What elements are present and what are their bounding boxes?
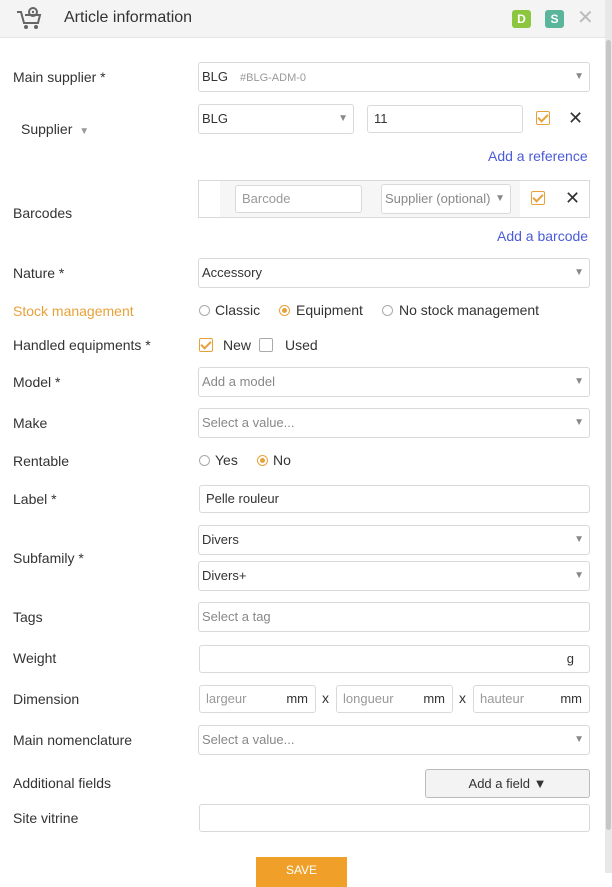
rentable-label: Rentable bbox=[13, 453, 70, 469]
weight-label: Weight bbox=[13, 650, 57, 666]
add-reference-link[interactable]: Add a reference bbox=[488, 148, 588, 164]
chevron-down-icon: ▼ bbox=[574, 417, 584, 428]
make-label: Make bbox=[13, 415, 48, 431]
subfamily-value-2: Divers+ bbox=[202, 568, 247, 583]
checkbox-used-label[interactable]: Used bbox=[285, 337, 318, 353]
width-placeholder: largeur bbox=[206, 691, 247, 706]
tags-placeholder: Select a tag bbox=[202, 609, 271, 624]
supplier-reference-input[interactable]: 11 bbox=[367, 105, 523, 133]
handled-equipments-label: Handled equipments * bbox=[13, 337, 151, 353]
radio-rentable-yes-label[interactable]: Yes bbox=[215, 452, 238, 468]
length-input[interactable]: longueur mm bbox=[336, 685, 453, 713]
nature-value: Accessory bbox=[202, 265, 262, 280]
subfamily-select-2[interactable]: Divers+ ▼ bbox=[198, 561, 590, 591]
scrollbar[interactable] bbox=[605, 0, 612, 873]
add-barcode-link[interactable]: Add a barcode bbox=[497, 228, 588, 244]
model-select[interactable]: Add a model ▼ bbox=[198, 367, 590, 397]
nature-label: Nature * bbox=[13, 265, 65, 281]
height-unit: mm bbox=[560, 691, 582, 706]
radio-classic[interactable] bbox=[199, 305, 210, 316]
nature-select[interactable]: Accessory ▼ bbox=[198, 258, 590, 288]
dimension-separator-1: x bbox=[322, 690, 329, 706]
dimension-label: Dimension bbox=[13, 691, 80, 707]
barcode-supplier-select[interactable]: Supplier (optional) ▼ bbox=[381, 184, 511, 214]
radio-no-stock[interactable] bbox=[382, 305, 393, 316]
radio-no-stock-label[interactable]: No stock management bbox=[399, 302, 539, 318]
width-input[interactable]: largeur mm bbox=[199, 685, 316, 713]
main-nomenclature-select[interactable]: Select a value... ▼ bbox=[198, 725, 590, 755]
main-nomenclature-label: Main nomenclature bbox=[13, 732, 133, 748]
checkbox-new[interactable] bbox=[199, 338, 213, 352]
chevron-down-icon: ▼ bbox=[574, 734, 584, 745]
chevron-down-icon: ▼ bbox=[338, 113, 348, 124]
badge-d[interactable]: D bbox=[512, 10, 531, 28]
supplier-label-text: Supplier bbox=[21, 121, 73, 137]
chevron-down-icon: ▼ bbox=[574, 376, 584, 387]
stock-management-label: Stock management bbox=[13, 303, 134, 319]
height-placeholder: hauteur bbox=[480, 691, 525, 706]
chevron-down-icon: ▼ bbox=[79, 126, 90, 137]
chevron-down-icon: ▼ bbox=[495, 193, 505, 204]
remove-supplier-icon[interactable]: ✕ bbox=[568, 109, 583, 127]
chevron-down-icon: ▼ bbox=[574, 267, 584, 278]
barcodes-label: Barcodes bbox=[13, 205, 73, 221]
panel-header: Article information D S ✕ bbox=[0, 0, 605, 38]
height-input[interactable]: hauteur mm bbox=[473, 685, 590, 713]
close-icon[interactable]: ✕ bbox=[577, 8, 594, 28]
add-field-button[interactable]: Add a field ▼ bbox=[425, 769, 590, 798]
main-supplier-label: Main supplier * bbox=[13, 69, 106, 85]
subfamily-value-1: Divers bbox=[202, 532, 239, 547]
supplier-select[interactable]: BLG ▼ bbox=[198, 104, 354, 134]
site-vitrine-label: Site vitrine bbox=[13, 810, 79, 826]
subfamily-select-1[interactable]: Divers ▼ bbox=[198, 525, 590, 555]
chevron-down-icon: ▼ bbox=[574, 71, 584, 82]
main-nomenclature-placeholder: Select a value... bbox=[202, 732, 295, 747]
scrollbar-thumb[interactable] bbox=[606, 40, 611, 830]
subfamily-label: Subfamily * bbox=[13, 550, 84, 566]
radio-rentable-no[interactable] bbox=[257, 455, 268, 466]
save-button[interactable]: SAVE bbox=[256, 857, 347, 887]
radio-equipment[interactable] bbox=[279, 305, 290, 316]
chevron-down-icon: ▼ bbox=[574, 570, 584, 581]
supplier-main-checkbox[interactable] bbox=[536, 111, 550, 125]
make-select[interactable]: Select a value... ▼ bbox=[198, 408, 590, 438]
radio-classic-label[interactable]: Classic bbox=[215, 302, 260, 318]
checkbox-new-label[interactable]: New bbox=[223, 337, 251, 353]
radio-rentable-yes[interactable] bbox=[199, 455, 210, 466]
supplier-value: BLG bbox=[202, 111, 229, 126]
radio-equipment-label[interactable]: Equipment bbox=[296, 302, 363, 318]
panel-title: Article information bbox=[64, 9, 193, 26]
tags-input[interactable]: Select a tag bbox=[198, 602, 590, 632]
checkbox-used[interactable] bbox=[259, 338, 273, 352]
weight-unit: g bbox=[566, 651, 574, 666]
main-supplier-select[interactable]: BLG #BLG-ADM-0 ▼ bbox=[198, 62, 590, 92]
model-label: Model * bbox=[13, 374, 61, 390]
weight-input[interactable]: g bbox=[199, 645, 590, 673]
label-input[interactable]: Pelle rouleur bbox=[199, 485, 590, 513]
label-field-label: Label * bbox=[13, 491, 57, 507]
remove-barcode-icon[interactable]: ✕ bbox=[565, 189, 580, 207]
barcode-input[interactable]: Barcode bbox=[235, 185, 362, 213]
make-placeholder: Select a value... bbox=[202, 415, 295, 430]
supplier-label[interactable]: Supplier ▼ bbox=[21, 121, 89, 137]
chevron-down-icon: ▼ bbox=[574, 534, 584, 545]
length-placeholder: longueur bbox=[343, 691, 394, 706]
length-unit: mm bbox=[423, 691, 445, 706]
site-vitrine-input[interactable] bbox=[199, 804, 590, 832]
dimension-separator-2: x bbox=[459, 690, 466, 706]
cart-settings-icon bbox=[17, 7, 42, 29]
additional-fields-label: Additional fields bbox=[13, 775, 112, 791]
tags-label: Tags bbox=[13, 609, 43, 625]
barcode-checkbox[interactable] bbox=[531, 191, 545, 205]
main-supplier-code: #BLG-ADM-0 bbox=[240, 72, 307, 84]
model-placeholder: Add a model bbox=[202, 374, 275, 389]
width-unit: mm bbox=[286, 691, 308, 706]
main-supplier-value: BLG bbox=[202, 69, 229, 84]
badge-s[interactable]: S bbox=[545, 10, 564, 28]
barcode-supplier-placeholder: Supplier (optional) bbox=[385, 191, 491, 206]
radio-rentable-no-label[interactable]: No bbox=[273, 452, 291, 468]
